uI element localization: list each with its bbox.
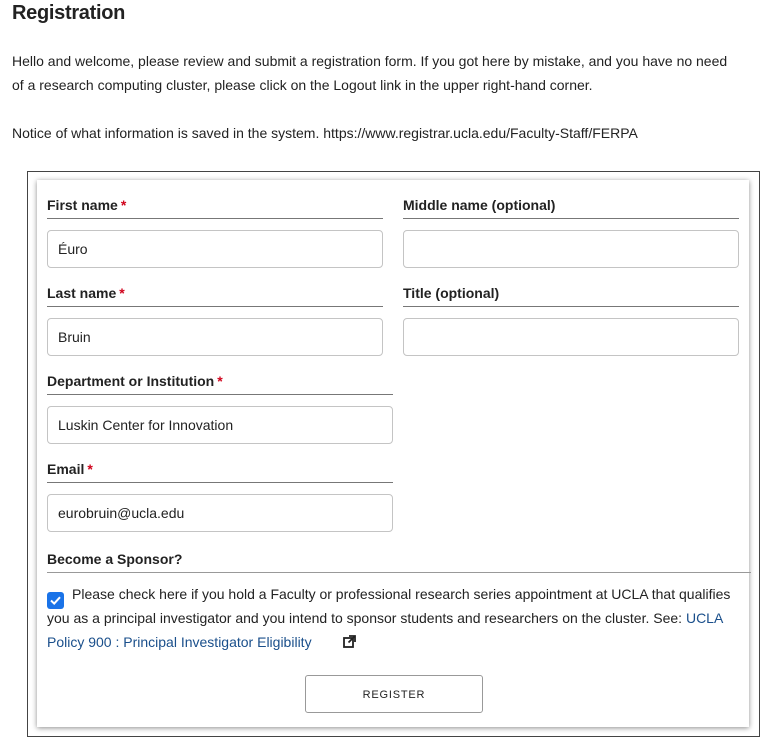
email-field: Email * eurobruin@ucla.edu	[47, 461, 393, 532]
registration-form: First name * Éuro Middle name (optional) …	[37, 180, 751, 727]
title-input[interactable]	[403, 318, 739, 356]
department-field: Department or Institution * Luskin Center…	[47, 373, 393, 444]
required-marker: *	[119, 285, 125, 301]
middle-name-input[interactable]	[403, 230, 739, 268]
middle-name-label: Middle name (optional)	[403, 197, 739, 219]
required-marker: *	[217, 373, 223, 389]
last-name-input[interactable]: Bruin	[47, 318, 383, 356]
checkmark-icon	[50, 596, 61, 606]
sponsor-text: Please check here if you hold a Faculty …	[47, 586, 731, 626]
sponsor-label: Become a Sponsor?	[47, 551, 751, 573]
intro-text: Hello and welcome, please review and sub…	[12, 49, 774, 97]
email-input[interactable]: eurobruin@ucla.edu	[47, 494, 393, 532]
middle-name-field: Middle name (optional)	[403, 197, 739, 268]
external-link-icon[interactable]	[318, 631, 356, 655]
department-label: Department or Institution *	[47, 373, 393, 395]
intro-line-1: Hello and welcome, please review and sub…	[12, 53, 728, 69]
sponsor-checkbox[interactable]	[47, 592, 64, 609]
last-name-field: Last name * Bruin	[47, 285, 383, 356]
first-name-field: First name * Éuro	[47, 197, 383, 268]
ferpa-notice: Notice of what information is saved in t…	[12, 125, 638, 141]
first-name-label: First name *	[47, 197, 383, 219]
register-button[interactable]: REGISTER	[305, 675, 483, 713]
sponsor-description: Please check here if you hold a Faculty …	[47, 582, 737, 655]
page-title: Registration	[12, 2, 126, 24]
title-label: Title (optional)	[403, 285, 739, 307]
intro-line-2: of a research computing cluster, please …	[12, 77, 593, 93]
last-name-label: Last name *	[47, 285, 383, 307]
required-marker: *	[120, 197, 127, 213]
title-field: Title (optional)	[403, 285, 739, 356]
department-input[interactable]: Luskin Center for Innovation	[47, 406, 393, 444]
email-label: Email *	[47, 461, 393, 483]
required-marker: *	[87, 461, 93, 477]
first-name-input[interactable]: Éuro	[47, 230, 383, 268]
